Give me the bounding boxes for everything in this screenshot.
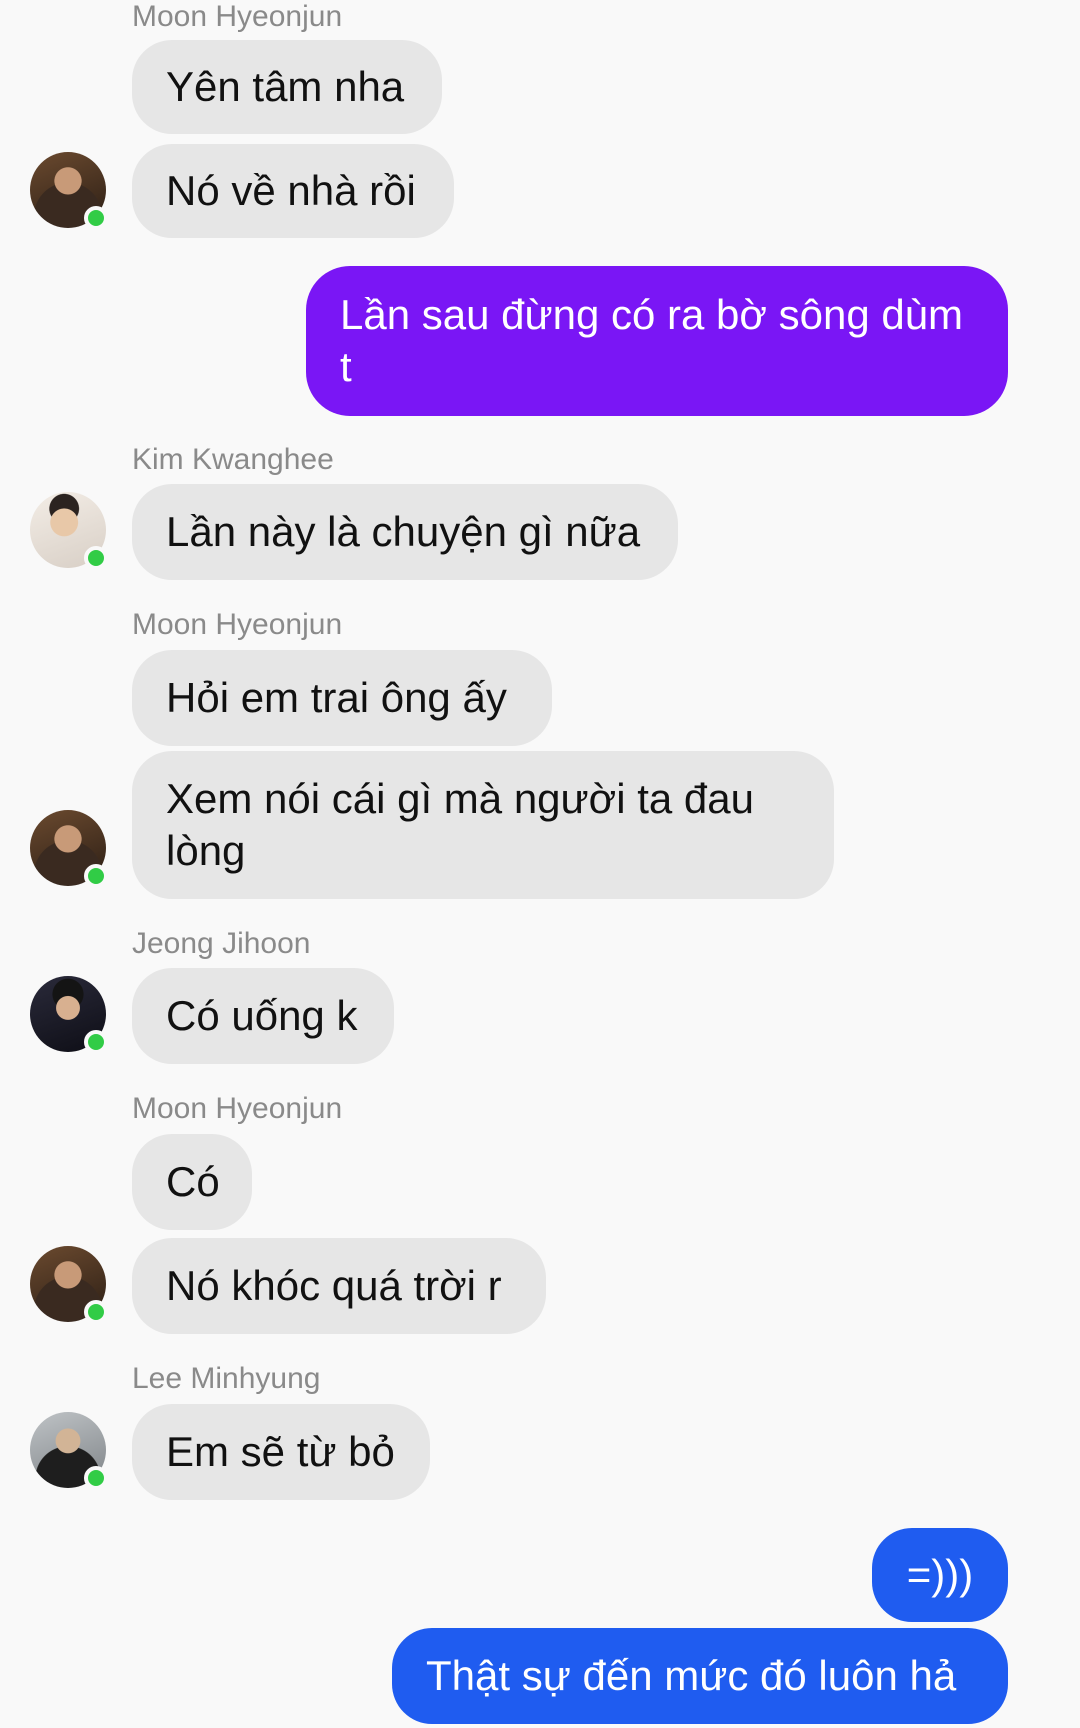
message-bubble[interactable]: Nó khóc quá trời r [132,1238,546,1334]
online-status-indicator [84,1030,108,1054]
sender-name: Lee Minhyung [132,1362,321,1395]
online-status-indicator [84,206,108,230]
avatar[interactable] [30,492,108,570]
avatar[interactable] [30,810,108,888]
online-status-indicator [84,546,108,570]
online-status-indicator [84,1300,108,1324]
message-text: Lần sau đừng có ra bờ sông dùm t [340,291,964,390]
message-text: Yên tâm nha [166,63,405,110]
message-bubble[interactable]: Yên tâm nha [132,40,442,134]
message-bubble[interactable]: Xem nói cái gì mà người ta đau lòng [132,751,834,899]
avatar[interactable] [30,1412,108,1490]
avatar[interactable] [30,152,108,230]
online-status-indicator [84,1466,108,1490]
message-bubble[interactable]: Lần này là chuyện gì nữa [132,484,678,580]
message-text: Hỏi em trai ông ấy [166,674,507,721]
message-text: Có uống k [166,992,358,1039]
message-bubble[interactable]: Em sẽ từ bỏ [132,1404,430,1500]
message-bubble[interactable]: Hỏi em trai ông ấy [132,650,552,746]
message-text: Nó về nhà rồi [166,167,416,214]
message-text: =))) [906,1551,974,1598]
message-text: Xem nói cái gì mà người ta đau lòng [166,775,754,874]
message-bubble-outgoing[interactable]: =))) [872,1528,1008,1622]
online-status-indicator [84,864,108,888]
message-text: Thật sự đến mức đó luôn hả [426,1652,957,1699]
message-text: Có [166,1158,220,1205]
sender-name: Kim Kwanghee [132,443,334,476]
sender-name: Moon Hyeonjun [132,608,343,641]
message-text: Lần này là chuyện gì nữa [166,508,641,555]
avatar[interactable] [30,976,108,1054]
sender-name: Moon Hyeonjun [132,0,343,33]
message-text: Nó khóc quá trời r [166,1262,502,1309]
sender-name: Moon Hyeonjun [132,1092,343,1125]
message-bubble[interactable]: Có uống k [132,968,394,1064]
message-text: Em sẽ từ bỏ [166,1428,395,1475]
avatar[interactable] [30,1246,108,1324]
message-bubble[interactable]: Có [132,1134,252,1230]
sender-name: Jeong Jihoon [132,927,311,960]
message-bubble[interactable]: Nó về nhà rồi [132,144,454,238]
message-bubble-outgoing[interactable]: Thật sự đến mức đó luôn hả [392,1628,1008,1724]
message-bubble-outgoing[interactable]: Lần sau đừng có ra bờ sông dùm t [306,266,1008,416]
